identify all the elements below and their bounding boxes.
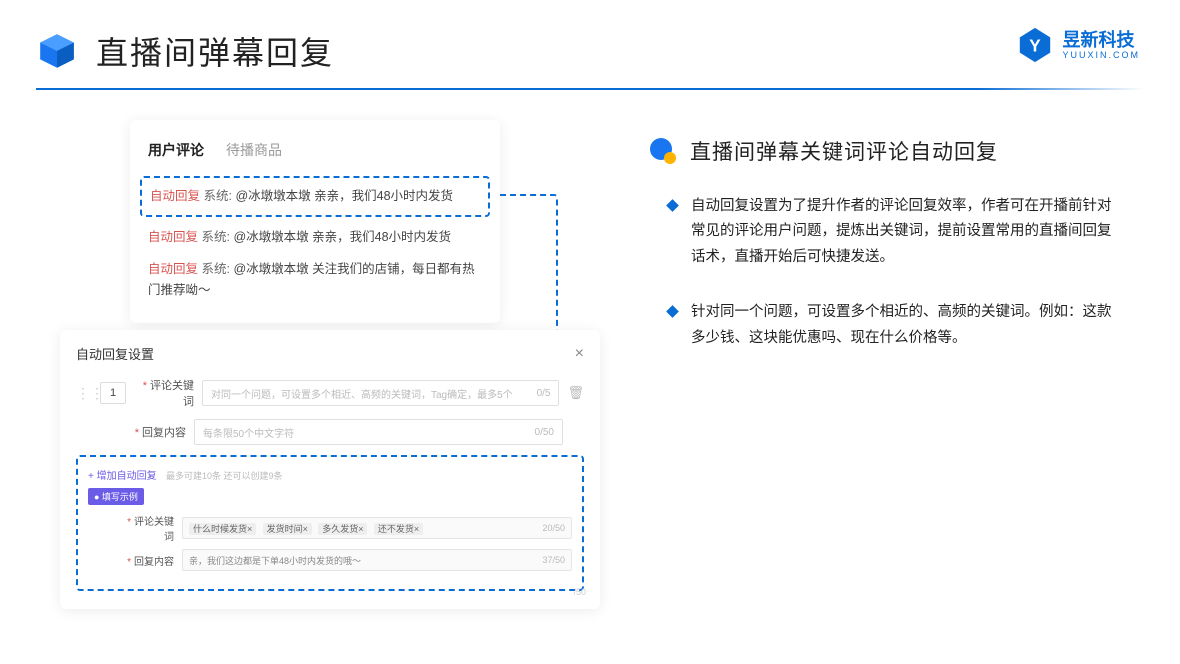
keyword-row: ⋮⋮ 1 *评论关键词 对同一个问题，可设置多个相近、高频的关键词，Tag确定，… xyxy=(76,377,584,409)
comment-text: @冰墩墩本墩 亲亲，我们48小时内发货 xyxy=(235,189,453,203)
chat-bubble-icon xyxy=(648,136,678,166)
system-label: 系统: xyxy=(202,230,230,244)
example-section: + 增加自动回复 最多可建10条 还可以创建9条 ● 填写示例 *评论关键词 什… xyxy=(76,455,584,591)
add-reply-link[interactable]: + 增加自动回复 xyxy=(88,471,157,482)
placeholder-text: 对同一个问题，可设置多个相近、高频的关键词，Tag确定，最多5个 xyxy=(211,386,513,401)
brand-name-cn: 昱新科技 xyxy=(1062,31,1140,49)
keyword-tag[interactable]: 多久发货× xyxy=(318,523,367,535)
system-label: 系统: xyxy=(204,189,232,203)
page-title: 直播间弹幕回复 xyxy=(96,28,334,74)
auto-reply-tag: 自动回复 xyxy=(150,189,200,203)
example-keyword-row: *评论关键词 什么时候发货× 发货时间× 多久发货× 还不发货× 20/50 xyxy=(88,513,572,543)
example-content-row: *回复内容 亲，我们这边都是下单48小时内发货的哦～ 37/50 xyxy=(88,549,572,571)
trash-icon[interactable]: 🗑 xyxy=(567,385,584,401)
keyword-tag[interactable]: 还不发货× xyxy=(374,523,423,535)
content-row: *回复内容 每条限50个中文字符 0/50 xyxy=(76,419,584,445)
settings-header: 自动回复设置 × xyxy=(76,344,584,363)
right-heading: 直播间弹幕关键词评论自动回复 xyxy=(648,136,1140,166)
comment-line: 自动回复 系统: @冰墩墩本墩 关注我们的店铺，每日都有热门推荐呦～ xyxy=(148,259,482,302)
auto-reply-tag: 自动回复 xyxy=(148,262,198,276)
left-column: 用户评论 待播商品 自动回复 系统: @冰墩墩本墩 亲亲，我们48小时内发货 自… xyxy=(40,120,580,381)
highlighted-reply: 自动回复 系统: @冰墩墩本墩 亲亲，我们48小时内发货 xyxy=(140,176,490,217)
keyword-tag[interactable]: 什么时候发货× xyxy=(189,523,256,535)
ex-content-label: *回复内容 xyxy=(118,553,174,568)
char-count: 37/50 xyxy=(542,555,565,565)
placeholder-text: 每条限50个中文字符 xyxy=(203,425,294,440)
right-title: 直播间弹幕关键词评论自动回复 xyxy=(690,136,998,166)
page-header: 直播间弹幕回复 Y 昱新科技 YUUXIN.COM xyxy=(0,0,1180,84)
ex-keyword-label: *评论关键词 xyxy=(118,513,174,543)
keyword-label: *评论关键词 xyxy=(134,377,194,409)
tab-pending-products[interactable]: 待播商品 xyxy=(226,140,282,160)
comment-line: 自动回复 系统: @冰墩墩本墩 亲亲，我们48小时内发货 xyxy=(148,227,482,248)
drag-handle-icon[interactable]: ⋮⋮ xyxy=(76,385,92,402)
bullet-text: 针对同一个问题，可设置多个相近的、高频的关键词。例如：这款多少钱、这块能优惠吗、… xyxy=(691,300,1121,351)
settings-card: 自动回复设置 × ⋮⋮ 1 *评论关键词 对同一个问题，可设置多个相近、高频的关… xyxy=(60,330,600,609)
keyword-tag[interactable]: 发货时间× xyxy=(263,523,312,535)
close-icon[interactable]: × xyxy=(575,345,584,363)
ex-content-input[interactable]: 亲，我们这边都是下单48小时内发货的哦～ 37/50 xyxy=(182,549,572,571)
settings-title: 自动回复设置 xyxy=(76,344,154,363)
comment-text: @冰墩墩本墩 亲亲，我们48小时内发货 xyxy=(233,230,451,244)
system-label: 系统: xyxy=(202,262,230,276)
stray-count: /50 xyxy=(573,587,586,597)
keyword-input[interactable]: 对同一个问题，可设置多个相近、高频的关键词，Tag确定，最多5个 0/5 xyxy=(202,380,559,406)
main-content: 用户评论 待播商品 自动回复 系统: @冰墩墩本墩 亲亲，我们48小时内发货 自… xyxy=(0,90,1180,381)
char-count: 0/5 xyxy=(537,388,551,399)
bullet-text: 自动回复设置为了提升作者的评论回复效率，作者可在开播前针对常见的评论用户问题，提… xyxy=(691,194,1121,270)
comment-line: 自动回复 系统: @冰墩墩本墩 亲亲，我们48小时内发货 xyxy=(150,186,480,207)
index-number: 1 xyxy=(100,382,126,404)
comment-tabs: 用户评论 待播商品 xyxy=(148,140,482,160)
brand-icon: Y xyxy=(1016,26,1054,64)
tab-user-comments[interactable]: 用户评论 xyxy=(148,140,204,160)
content-input[interactable]: 每条限50个中文字符 0/50 xyxy=(194,419,563,445)
brand-name-en: YUUXIN.COM xyxy=(1062,51,1140,60)
bullet-item: 自动回复设置为了提升作者的评论回复效率，作者可在开播前针对常见的评论用户问题，提… xyxy=(648,194,1140,270)
diamond-icon xyxy=(666,199,679,212)
ex-content-text: 亲，我们这边都是下单48小时内发货的哦～ xyxy=(189,554,361,567)
comments-card: 用户评论 待播商品 自动回复 系统: @冰墩墩本墩 亲亲，我们48小时内发货 自… xyxy=(130,120,500,323)
ex-keyword-input[interactable]: 什么时候发货× 发货时间× 多久发货× 还不发货× 20/50 xyxy=(182,517,572,539)
brand-logo: Y 昱新科技 YUUXIN.COM xyxy=(1016,26,1140,64)
char-count: 0/50 xyxy=(535,427,554,438)
cube-icon xyxy=(36,30,78,72)
diamond-icon xyxy=(666,305,679,318)
auto-reply-tag: 自动回复 xyxy=(148,230,198,244)
right-column: 直播间弹幕关键词评论自动回复 自动回复设置为了提升作者的评论回复效率，作者可在开… xyxy=(580,120,1140,381)
char-count: 20/50 xyxy=(542,523,565,533)
add-reply-hint: 最多可建10条 还可以创建9条 xyxy=(166,471,283,481)
bullet-item: 针对同一个问题，可设置多个相近的、高频的关键词。例如：这款多少钱、这块能优惠吗、… xyxy=(648,300,1140,351)
svg-text:Y: Y xyxy=(1030,37,1042,56)
example-badge: ● 填写示例 xyxy=(88,488,144,505)
content-label: *回复内容 xyxy=(126,424,186,440)
